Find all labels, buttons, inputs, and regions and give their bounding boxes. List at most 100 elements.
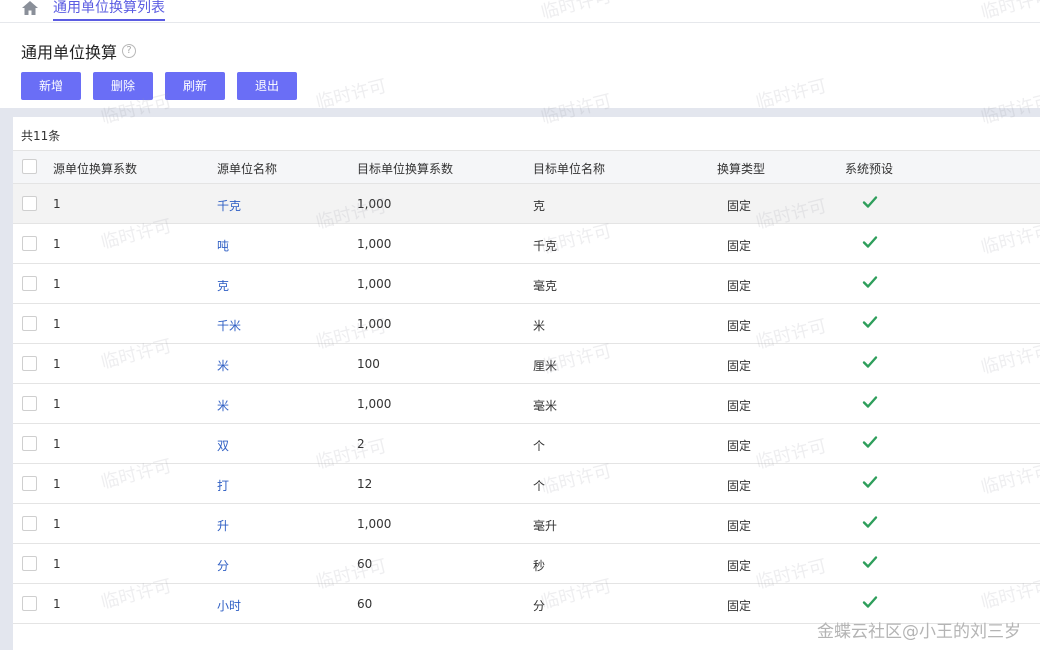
row-checkbox[interactable] — [22, 396, 37, 411]
cell-source-unit[interactable]: 千克 — [217, 197, 241, 214]
cell-source-unit[interactable]: 升 — [217, 517, 229, 534]
cell-target-factor: 1,000 — [357, 197, 392, 211]
table-row[interactable]: 1 米 1,000 毫米 固定 — [13, 384, 1040, 424]
cell-source-factor: 1 — [53, 397, 61, 411]
cell-target-factor: 60 — [357, 557, 373, 571]
row-checkbox[interactable] — [22, 436, 37, 451]
cell-source-factor: 1 — [53, 477, 61, 491]
cell-target-factor: 2 — [357, 437, 365, 451]
cell-conversion-type: 固定 — [727, 559, 752, 573]
cell-source-unit[interactable]: 吨 — [217, 237, 229, 254]
cell-target-factor: 60 — [357, 597, 373, 611]
cell-conversion-type: 固定 — [727, 479, 752, 493]
table-row[interactable]: 1 升 1,000 毫升 固定 — [13, 504, 1040, 544]
cell-conversion-type: 固定 — [727, 239, 752, 253]
header-target-unit[interactable]: 目标单位名称 — [533, 160, 605, 177]
cell-source-factor: 1 — [53, 237, 61, 251]
cell-source-factor: 1 — [53, 197, 61, 211]
divider-band — [0, 108, 1040, 117]
top-tab-bar: 通用单位换算列表 — [0, 0, 1040, 23]
checkmark-icon — [862, 436, 878, 448]
home-icon[interactable] — [21, 0, 39, 16]
row-checkbox[interactable] — [22, 236, 37, 251]
cell-target-unit: 千克 — [533, 239, 558, 253]
row-checkbox[interactable] — [22, 596, 37, 611]
row-checkbox[interactable] — [22, 516, 37, 531]
delete-button[interactable]: 删除 — [93, 72, 153, 100]
cell-source-unit[interactable]: 双 — [217, 437, 229, 454]
cell-source-factor: 1 — [53, 277, 61, 291]
cell-source-unit[interactable]: 米 — [217, 357, 229, 374]
table-row[interactable]: 1 分 60 秒 固定 — [13, 544, 1040, 584]
row-checkbox[interactable] — [22, 276, 37, 291]
checkmark-icon — [862, 236, 878, 248]
cell-source-factor: 1 — [53, 357, 61, 371]
cell-target-unit: 秒 — [533, 559, 546, 573]
checkmark-icon — [862, 596, 878, 608]
table-row[interactable]: 1 克 1,000 毫克 固定 — [13, 264, 1040, 304]
cell-target-factor: 1,000 — [357, 237, 392, 251]
checkmark-icon — [862, 316, 878, 328]
row-checkbox[interactable] — [22, 196, 37, 211]
cell-conversion-type: 固定 — [727, 359, 752, 373]
add-button[interactable]: 新增 — [21, 72, 81, 100]
checkmark-icon — [862, 476, 878, 488]
table-row[interactable]: 1 打 12 个 固定 — [13, 464, 1040, 504]
row-checkbox[interactable] — [22, 316, 37, 331]
title-row: 通用单位换算 ? — [21, 41, 137, 62]
header-target-factor[interactable]: 目标单位换算系数 — [357, 160, 453, 177]
cell-source-unit[interactable]: 打 — [217, 477, 229, 494]
cell-conversion-type: 固定 — [727, 519, 752, 533]
cell-target-unit: 毫升 — [533, 519, 558, 533]
cell-target-factor: 100 — [357, 357, 380, 371]
checkmark-icon — [862, 556, 878, 568]
footer-watermark: 金蝶云社区@小王的刘三岁 — [817, 622, 1021, 642]
header-source-unit[interactable]: 源单位名称 — [217, 160, 277, 177]
row-checkbox[interactable] — [22, 476, 37, 491]
left-gutter — [0, 117, 13, 650]
cell-source-unit[interactable]: 米 — [217, 397, 229, 414]
refresh-button[interactable]: 刷新 — [165, 72, 225, 100]
table-row[interactable]: 1 吨 1,000 千克 固定 — [13, 224, 1040, 264]
cell-source-unit[interactable]: 分 — [217, 557, 229, 574]
cell-conversion-type: 固定 — [727, 279, 752, 293]
exit-button[interactable]: 退出 — [237, 72, 297, 100]
header-conversion-type[interactable]: 换算类型 — [717, 160, 765, 177]
table-row[interactable]: 1 双 2 个 固定 — [13, 424, 1040, 464]
checkmark-icon — [862, 356, 878, 368]
row-checkbox[interactable] — [22, 556, 37, 571]
cell-target-unit: 米 — [533, 319, 546, 333]
checkmark-icon — [862, 196, 878, 208]
cell-target-unit: 厘米 — [533, 359, 558, 373]
cell-source-unit[interactable]: 小时 — [217, 597, 241, 614]
cell-source-factor: 1 — [53, 557, 61, 571]
cell-target-unit: 毫米 — [533, 399, 558, 413]
cell-source-factor: 1 — [53, 437, 61, 451]
table-row[interactable]: 1 千米 1,000 米 固定 — [13, 304, 1040, 344]
cell-source-factor: 1 — [53, 597, 61, 611]
select-all-checkbox[interactable] — [22, 159, 37, 174]
cell-target-factor: 12 — [357, 477, 373, 491]
cell-target-unit: 个 — [533, 439, 546, 453]
cell-conversion-type: 固定 — [727, 319, 752, 333]
table-row[interactable]: 1 千克 1,000 克 固定 — [13, 184, 1040, 224]
table-row[interactable]: 1 米 100 厘米 固定 — [13, 344, 1040, 384]
row-checkbox[interactable] — [22, 356, 37, 371]
cell-source-unit[interactable]: 克 — [217, 277, 229, 294]
header-source-factor[interactable]: 源单位换算系数 — [53, 160, 137, 177]
checkmark-icon — [862, 276, 878, 288]
cell-source-factor: 1 — [53, 317, 61, 331]
cell-target-factor: 1,000 — [357, 517, 392, 531]
page-title: 通用单位换算 — [21, 43, 118, 62]
cell-target-factor: 1,000 — [357, 317, 392, 331]
checkmark-icon — [862, 516, 878, 528]
header-system-preset[interactable]: 系统预设 — [845, 160, 893, 177]
cell-source-factor: 1 — [53, 517, 61, 531]
cell-target-factor: 1,000 — [357, 277, 392, 291]
help-icon[interactable]: ? — [122, 44, 137, 58]
cell-conversion-type: 固定 — [727, 599, 752, 613]
cell-conversion-type: 固定 — [727, 399, 752, 413]
tab-unit-conversion-list[interactable]: 通用单位换算列表 — [53, 0, 165, 21]
cell-source-unit[interactable]: 千米 — [217, 317, 241, 334]
cell-conversion-type: 固定 — [727, 439, 752, 453]
